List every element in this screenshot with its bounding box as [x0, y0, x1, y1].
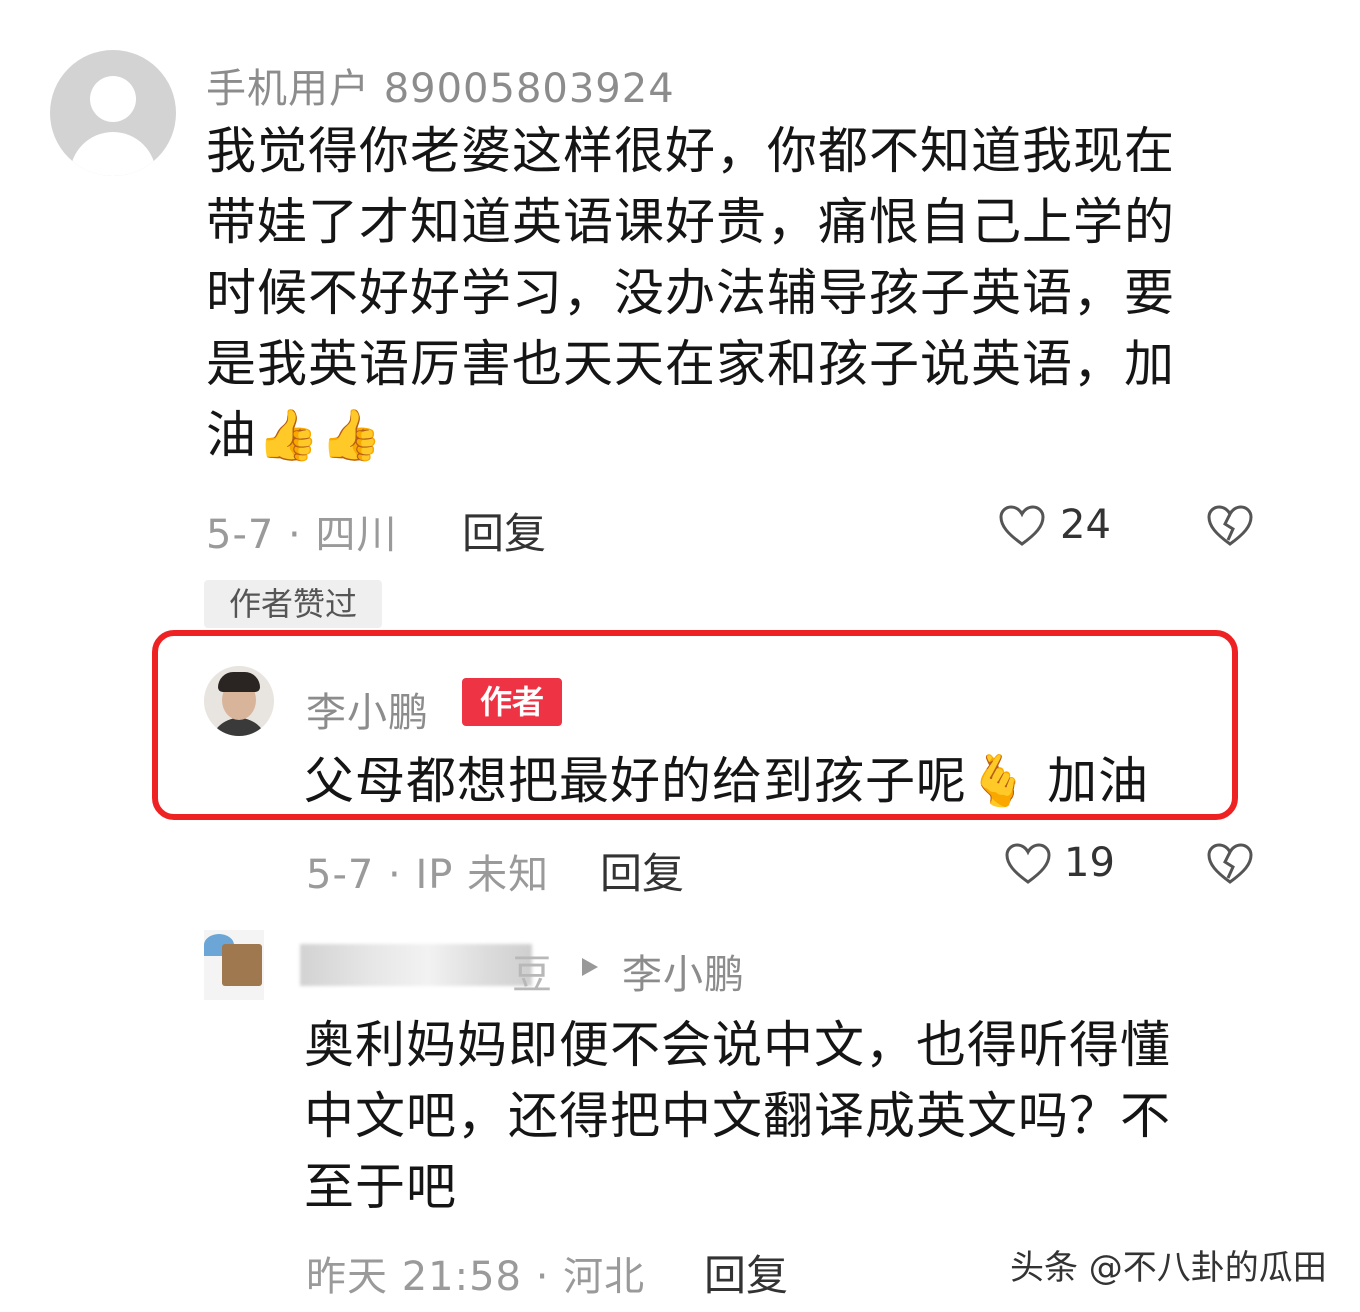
avatar-box-shape [222, 944, 262, 986]
comment-line: 奥利妈妈即便不会说中文，也得听得懂 [304, 1016, 1171, 1074]
author-comment-body: 父母都想把最好的给到孩子呢🫰 加油 [304, 746, 1149, 817]
comment-line: 带娃了才知道英语课好贵，痛恨自己上学的 [206, 193, 1175, 251]
author-comment-tail: 加油 [1047, 752, 1150, 810]
reply-to-username[interactable]: 李小鹏 [622, 942, 745, 1000]
reply-button[interactable]: 回复 [704, 1242, 788, 1303]
finger-heart-emoji-icon: 🫰 [967, 752, 1031, 810]
like-count: 24 [1060, 502, 1111, 548]
comment-line: 是我英语厉害也天天在家和孩子说英语，加 [206, 335, 1175, 393]
author-tag: 作者 [462, 678, 562, 726]
comment-line-last: 油👍👍 [206, 400, 1236, 471]
comment-line: 中文吧，还得把中文翻译成英文吗？不 [304, 1087, 1171, 1145]
watermark: 头条 @不八卦的瓜田 [1010, 1248, 1327, 1288]
comment-line: 时候不好好学习，没办法辅导孩子英语，要 [206, 264, 1175, 322]
thumbs-up-emoji-icon: 👍👍 [257, 406, 384, 464]
broken-heart-icon[interactable] [1206, 842, 1254, 886]
comment-meta: 5-7 · IP 未知 [306, 852, 550, 898]
heart-icon[interactable] [998, 504, 1046, 548]
author-username[interactable]: 李小鹏 [306, 680, 429, 738]
avatar-head-shape [90, 76, 136, 122]
default-avatar[interactable] [50, 50, 176, 176]
reply-arrow-icon [580, 956, 600, 982]
avatar-shirt-shape [210, 718, 268, 736]
reply-button[interactable]: 回复 [462, 500, 546, 561]
reply-comment-body: 奥利妈妈即便不会说中文，也得听得懂 中文吧，还得把中文翻译成英文吗？不 至于吧 [304, 1010, 1234, 1223]
avatar-body-shape [70, 132, 156, 176]
author-comment-text: 父母都想把最好的给到孩子呢 [304, 752, 967, 810]
reply-user-avatar[interactable] [204, 930, 264, 1000]
comment-body: 我觉得你老婆这样很好，你都不知道我现在 带娃了才知道英语课好贵，痛恨自己上学的 … [206, 116, 1236, 471]
username-tail: 豆 [512, 952, 552, 998]
comment-meta: 5-7 · 四川 [206, 512, 398, 558]
broken-heart-icon[interactable] [1206, 504, 1254, 548]
comment-username[interactable]: 手机用户 89005803924 [206, 56, 675, 114]
reply-button[interactable]: 回复 [600, 840, 684, 901]
comment-line: 至于吧 [304, 1158, 457, 1216]
author-liked-badge: 作者赞过 [204, 580, 382, 628]
comment-meta: 昨天 21:58 · 河北 [306, 1254, 646, 1300]
blurred-username [300, 944, 532, 986]
comment-line: 我觉得你老婆这样很好，你都不知道我现在 [206, 122, 1175, 180]
avatar-hair-shape [218, 672, 260, 692]
author-avatar[interactable] [204, 666, 274, 736]
like-count: 19 [1064, 840, 1115, 886]
heart-icon[interactable] [1004, 842, 1052, 886]
comment-line-text: 油 [206, 406, 257, 464]
